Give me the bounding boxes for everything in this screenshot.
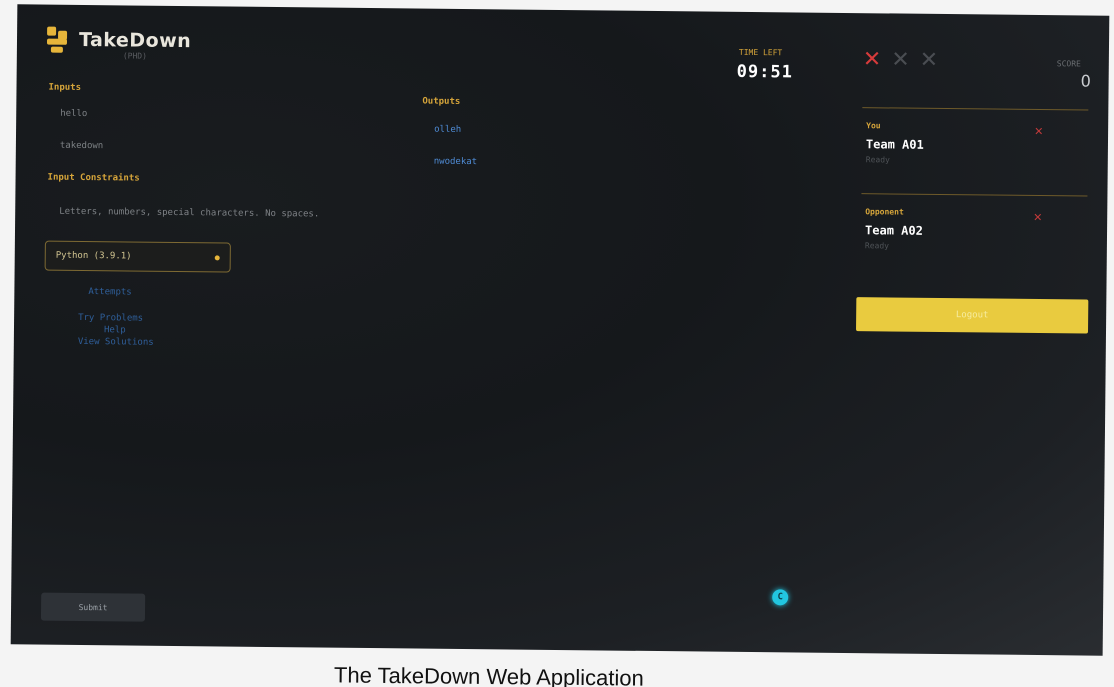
- language-value: Python (3.9.1): [55, 250, 132, 262]
- takedown-logo-icon: [46, 26, 69, 53]
- opponent-strike-icon: ✕: [1033, 210, 1043, 225]
- input-item: hello: [60, 108, 88, 120]
- output-item: olleh: [434, 124, 462, 135]
- link-view-solutions[interactable]: View Solutions: [78, 337, 154, 348]
- link-help[interactable]: Help: [104, 325, 126, 335]
- app-subtitle: (PHD): [122, 51, 147, 61]
- strike-icon: ✕: [862, 47, 882, 73]
- link-try-problems[interactable]: Try Problems: [78, 313, 143, 324]
- divider: [862, 107, 1089, 111]
- figure-caption: The TakeDown Web Application: [333, 662, 644, 687]
- time-left-label: TIME LEFT: [738, 47, 783, 58]
- timer-value: 09:51: [736, 61, 794, 83]
- link-attempts[interactable]: Attempts: [88, 287, 131, 297]
- cursor-icon: C: [772, 589, 789, 606]
- input-item: takedown: [59, 140, 104, 152]
- constraints-label: Input Constraints: [47, 172, 140, 184]
- divider: [861, 193, 1088, 197]
- constraints-text: Letters, numbers, special characters. No…: [59, 206, 320, 220]
- opponent-team-name: Team A02: [864, 223, 923, 238]
- score-label: SCORE: [1056, 59, 1081, 69]
- you-status: Ready: [865, 155, 890, 165]
- dropdown-indicator-icon: [214, 254, 220, 260]
- strike-icon: ✕: [919, 47, 939, 73]
- logout-button[interactable]: Logout: [856, 297, 1089, 334]
- you-label: You: [866, 121, 881, 131]
- you-strike-icon: ✕: [1034, 124, 1044, 139]
- inputs-label: Inputs: [48, 82, 82, 93]
- strikes-indicator: ✕ ✕ ✕: [862, 47, 939, 73]
- app-title: TakeDown: [78, 28, 192, 53]
- strike-icon: ✕: [891, 47, 910, 73]
- app-screen: TakeDown (PHD) Inputs hello takedown Out…: [10, 4, 1110, 656]
- score-value: 0: [1080, 71, 1091, 91]
- submit-button[interactable]: Submit: [40, 592, 146, 622]
- app-logo: TakeDown: [46, 26, 192, 55]
- output-item: nwodekat: [433, 156, 478, 168]
- opponent-label: Opponent: [865, 207, 904, 217]
- language-select[interactable]: Python (3.9.1): [44, 240, 231, 273]
- outputs-label: Outputs: [422, 96, 461, 107]
- you-team-name: Team A01: [865, 137, 924, 152]
- opponent-status: Ready: [864, 241, 890, 251]
